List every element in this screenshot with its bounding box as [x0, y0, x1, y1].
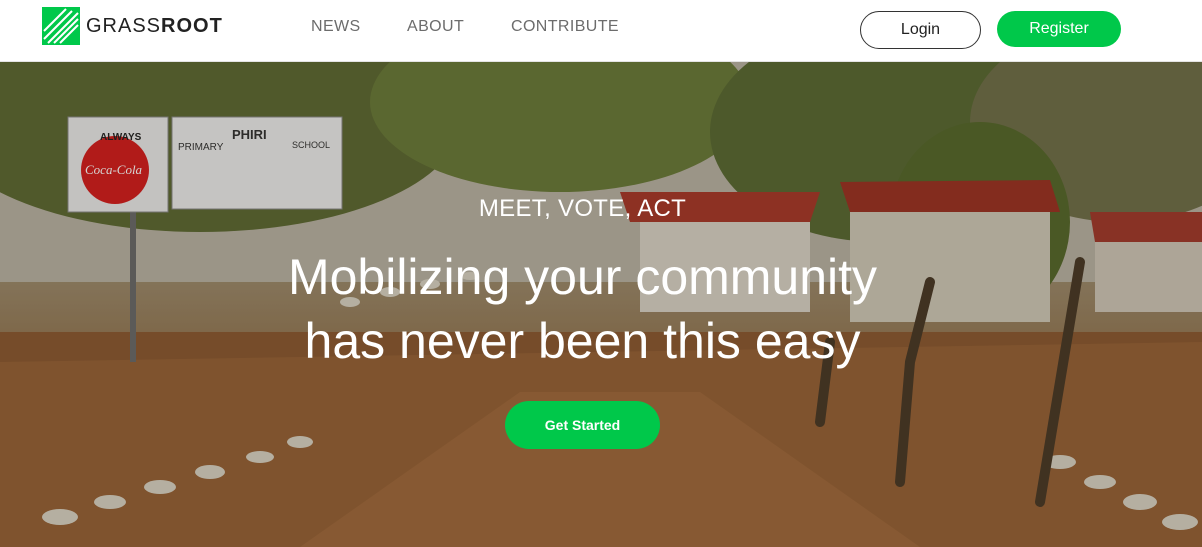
brand-name: GRASSROOT	[86, 15, 223, 38]
hero-title-line-2: has never been this easy	[304, 313, 861, 369]
hero-title-line-1: Mobilizing your community	[287, 249, 878, 305]
brand-name-bold: ROOT	[161, 14, 223, 37]
grassroot-logo[interactable]: GRASSROOT	[42, 7, 223, 45]
register-button[interactable]: Register	[997, 11, 1121, 47]
nav-link-contribute[interactable]: CONTRIBUTE	[511, 18, 619, 36]
grassroot-logo-icon	[42, 7, 80, 45]
get-started-button[interactable]: Get Started	[505, 401, 660, 449]
login-button[interactable]: Login	[860, 11, 981, 49]
hero-eyebrow: MEET, VOTE, ACT	[478, 195, 687, 222]
top-navbar: GRASSROOT NEWS ABOUT CONTRIBUTE Login Re…	[0, 0, 1202, 62]
hero-title: Mobilizing your community has never been…	[0, 245, 1165, 373]
nav-link-news[interactable]: NEWS	[311, 18, 361, 36]
brand-name-light: GRASS	[86, 14, 162, 37]
nav-link-about[interactable]: ABOUT	[407, 18, 464, 36]
hero-section: ALWAYS Coca-Cola PRIMARY PHIRI SCHOOL ME…	[0, 62, 1202, 547]
